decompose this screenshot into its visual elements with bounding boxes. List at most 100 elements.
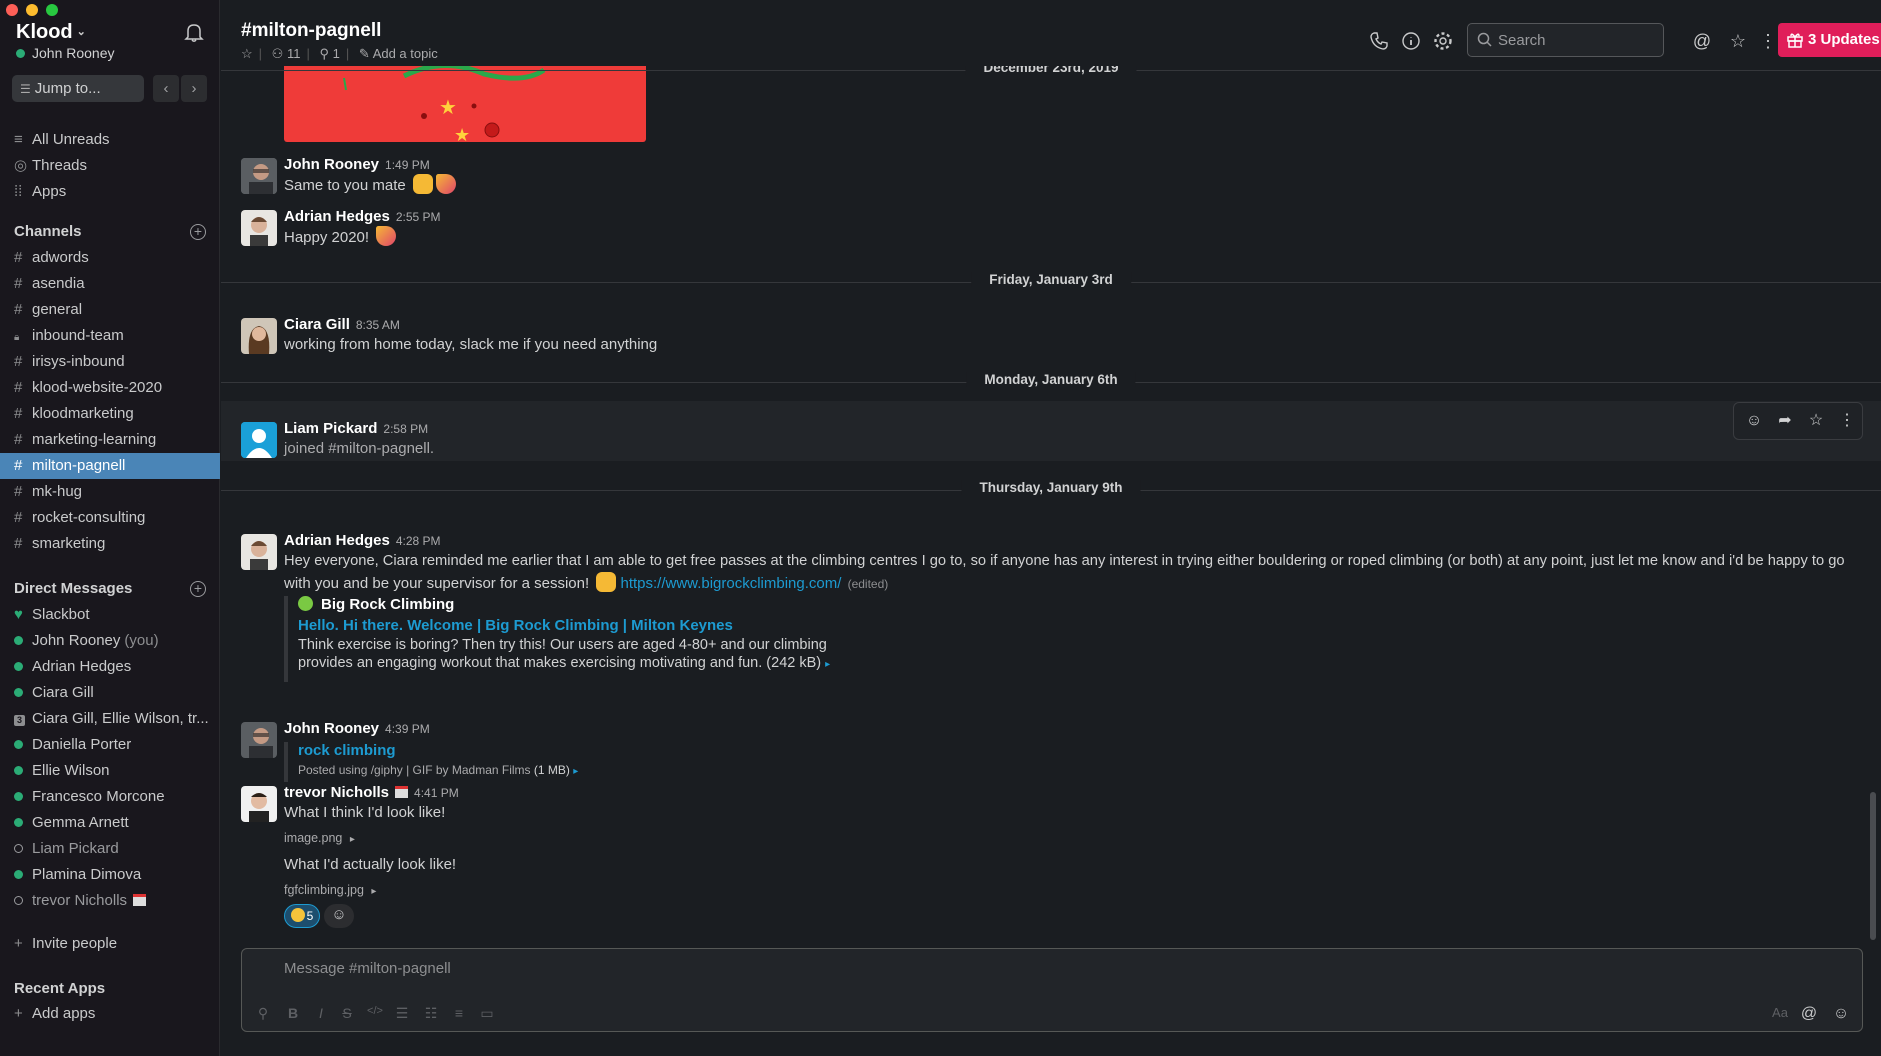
date-label[interactable]: Monday, January 6th [966, 372, 1136, 387]
more-actions-icon[interactable]: ⋮ [1837, 411, 1857, 431]
starred-icon[interactable]: ☆ [1727, 30, 1749, 52]
avatar[interactable] [241, 786, 277, 822]
sidebar-dm-adrian-hedges[interactable]: Adrian Hedges [0, 654, 220, 680]
recent-apps-heading[interactable]: Recent Apps [14, 980, 105, 997]
more-icon[interactable]: ⋮ [1757, 30, 1779, 52]
reaction-button[interactable]: 5 [284, 904, 320, 928]
sidebar-channel-mk-hug[interactable]: # mk-hug [0, 479, 220, 505]
scrollbar[interactable] [1870, 792, 1876, 940]
attach-icon[interactable]: ⚲ [254, 1005, 272, 1022]
author-name[interactable]: Ciara Gill [284, 316, 350, 333]
timestamp[interactable]: 4:28 PM [396, 534, 441, 548]
back-button[interactable]: ‹ [153, 75, 179, 102]
sidebar-dm-john-rooney[interactable]: John Rooney (you) [0, 628, 220, 654]
expand-caret-icon[interactable]: ▸ [371, 886, 376, 897]
sidebar-dm-ellie-wilson[interactable]: Ellie Wilson [0, 758, 220, 784]
date-label[interactable]: Friday, January 3rd [971, 272, 1131, 287]
add-channel-icon[interactable]: + [190, 224, 206, 240]
preview-site[interactable]: Big Rock Climbing [298, 596, 830, 613]
sidebar-dm-ciara-gill[interactable]: Ciara Gill [0, 680, 220, 706]
preview-title[interactable]: Hello. Hi there. Welcome | Big Rock Clim… [298, 617, 830, 634]
timestamp[interactable]: 2:58 PM [383, 422, 428, 436]
gif-title[interactable]: rock climbing [298, 742, 578, 759]
star-icon[interactable]: ☆ [241, 46, 253, 61]
avatar[interactable] [241, 210, 277, 246]
message[interactable]: Liam Pickard 2:58 PM joined #milton-pagne… [221, 401, 1881, 461]
timestamp[interactable]: 4:41 PM [414, 786, 459, 800]
updates-button[interactable]: 3 Updates [1778, 23, 1881, 57]
bullet-list-icon[interactable]: ☷ [422, 1005, 440, 1022]
avatar[interactable] [241, 722, 277, 758]
sidebar-dm-ciara-gill-ellie-wilson-tr[interactable]: 3 Ciara Gill, Ellie Wilson, tr... [0, 706, 220, 732]
strike-icon[interactable]: S [338, 1005, 356, 1021]
sidebar-channel-rocket-consulting[interactable]: # rocket-consulting [0, 505, 220, 531]
timestamp[interactable]: 1:49 PM [385, 158, 430, 172]
workspace-name[interactable]: Klood ⌄ [16, 21, 86, 44]
sidebar-channel-milton-pagnell[interactable]: # milton-pagnell [0, 453, 220, 479]
members-button[interactable]: ⚇ 11 [272, 46, 301, 61]
bell-icon[interactable] [183, 21, 205, 43]
expand-caret-icon[interactable]: ▸ [350, 834, 355, 845]
author-name[interactable]: trevor Nicholls [284, 784, 389, 801]
dm-heading[interactable]: Direct Messages [14, 580, 132, 597]
timestamp[interactable]: 8:35 AM [356, 318, 400, 332]
date-label[interactable]: Thursday, January 9th [961, 480, 1141, 495]
ordered-list-icon[interactable]: ☰ [393, 1005, 411, 1022]
expand-caret-icon[interactable]: ▸ [573, 766, 578, 777]
maximize-window-button[interactable] [46, 4, 58, 16]
quote-icon[interactable]: ≡ [450, 1005, 468, 1021]
sidebar-dm-trevor-nicholls[interactable]: trevor Nicholls [0, 888, 220, 914]
date-label[interactable]: December 23rd, 2019 [965, 66, 1137, 75]
sidebar-item-apps[interactable]: ⁞⁞ Apps [0, 179, 220, 205]
forward-button[interactable]: › [181, 75, 207, 102]
gear-icon[interactable] [1432, 30, 1454, 52]
sidebar-dm-liam-pickard[interactable]: Liam Pickard [0, 836, 220, 862]
search-input[interactable]: Search [1467, 23, 1664, 57]
sidebar-channel-klood-website-2020[interactable]: # klood-website-2020 [0, 375, 220, 401]
author-name[interactable]: Adrian Hedges [284, 208, 390, 225]
add-dm-icon[interactable]: + [190, 581, 206, 597]
star-icon[interactable]: ☆ [1806, 411, 1826, 431]
sidebar-channel-smarketing[interactable]: # smarketing [0, 531, 220, 557]
author-name[interactable]: Liam Pickard [284, 420, 377, 437]
emoji-icon[interactable]: ☺ [1832, 1005, 1850, 1023]
add-reaction-button[interactable]: ☺ [324, 904, 354, 928]
info-icon[interactable] [1400, 30, 1422, 52]
sidebar-channel-kloodmarketing[interactable]: # kloodmarketing [0, 401, 220, 427]
channel-title[interactable]: #milton-pagnell [241, 20, 381, 42]
sidebar-channel-general[interactable]: # general [0, 297, 220, 323]
timestamp[interactable]: 4:39 PM [385, 722, 430, 736]
sidebar-channel-irisys-inbound[interactable]: # irisys-inbound [0, 349, 220, 375]
mention-icon[interactable]: @ [1800, 1005, 1818, 1023]
add-reaction-icon[interactable]: ☺ [1744, 411, 1764, 431]
italic-icon[interactable]: I [312, 1005, 330, 1021]
phone-icon[interactable] [1368, 30, 1390, 52]
avatar[interactable] [241, 318, 277, 354]
formatting-toggle[interactable]: Aa [1768, 1005, 1792, 1020]
current-user[interactable]: John Rooney [16, 45, 115, 61]
jump-to-button[interactable]: ☰ Jump to... [12, 75, 144, 102]
expand-caret-icon[interactable]: ▸ [825, 659, 830, 670]
sidebar-item-all-unreads[interactable]: ≡ All Unreads [0, 127, 220, 153]
author-name[interactable]: John Rooney [284, 720, 379, 737]
sidebar-channel-marketing-learning[interactable]: # marketing-learning [0, 427, 220, 453]
file-attachment[interactable]: fgfclimbing.jpg ▸ [284, 879, 376, 903]
sidebar-dm-gemma-arnett[interactable]: Gemma Arnett [0, 810, 220, 836]
code-block-icon[interactable]: ▭ [478, 1005, 496, 1022]
code-icon[interactable]: </> [366, 1005, 384, 1017]
sidebar-channel-asendia[interactable]: # asendia [0, 271, 220, 297]
message-input[interactable]: Message #milton-pagnell [284, 960, 451, 977]
add-topic-button[interactable]: ✎ Add a topic [359, 46, 438, 61]
timestamp[interactable]: 2:55 PM [396, 210, 441, 224]
sidebar-channel-inbound-team[interactable]: 🔒︎ inbound-team [0, 323, 220, 349]
avatar[interactable] [241, 422, 277, 458]
author-name[interactable]: Adrian Hedges [284, 532, 390, 549]
sidebar-dm-slackbot[interactable]: ♥ Slackbot [0, 602, 220, 628]
bold-icon[interactable]: B [284, 1005, 302, 1021]
sidebar-dm-francesco-morcone[interactable]: Francesco Morcone [0, 784, 220, 810]
sidebar-dm-plamina-dimova[interactable]: Plamina Dimova [0, 862, 220, 888]
avatar[interactable] [241, 158, 277, 194]
channels-heading[interactable]: Channels [14, 223, 82, 240]
avatar[interactable] [241, 534, 277, 570]
message-composer[interactable]: Message #milton-pagnell ⚲ B I S </> ☰ ☷ … [241, 948, 1863, 1032]
